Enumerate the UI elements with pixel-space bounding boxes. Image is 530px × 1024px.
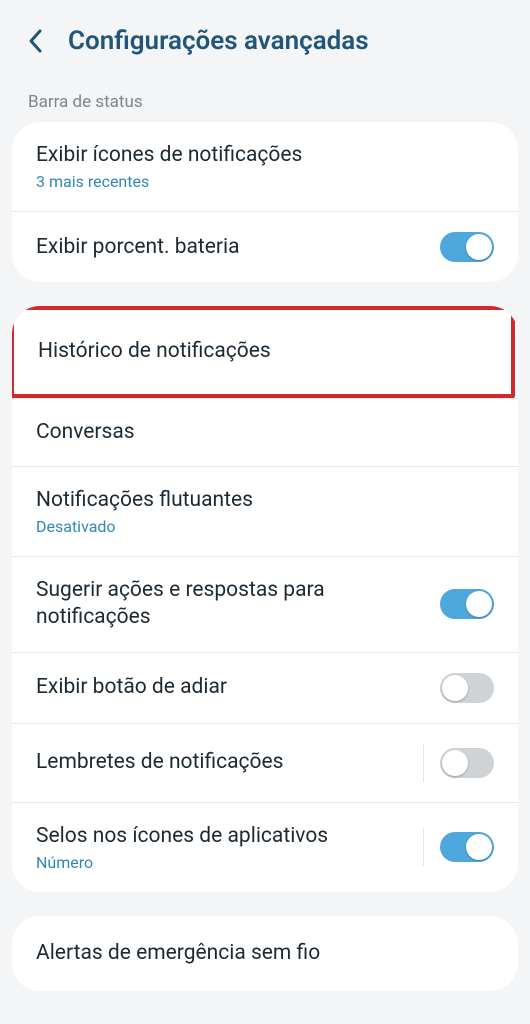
toggle-notification-reminders[interactable] — [440, 748, 494, 778]
row-notification-history[interactable]: Histórico de notificações — [14, 310, 511, 393]
chevron-left-icon — [27, 28, 43, 54]
toggle-snooze-button[interactable] — [440, 673, 494, 703]
row-title: Exibir porcent. bateria — [36, 234, 428, 261]
row-title: Notificações flutuantes — [36, 487, 482, 514]
toggle-app-icon-badges[interactable] — [440, 832, 494, 862]
row-wireless-emergency-alerts[interactable]: Alertas de emergência sem fio — [12, 916, 518, 991]
row-title: Sugerir ações e respostas para notificaç… — [36, 577, 428, 632]
page-title: Configurações avançadas — [68, 26, 369, 56]
section-label-status-bar: Barra de status — [0, 80, 530, 122]
row-title: Histórico de notificações — [38, 338, 475, 365]
row-title: Alertas de emergência sem fio — [36, 940, 482, 967]
row-battery-percent[interactable]: Exibir porcent. bateria — [12, 212, 518, 282]
row-title: Lembretes de notificações — [36, 749, 411, 776]
row-title: Exibir botão de adiar — [36, 674, 428, 701]
row-subtitle: Número — [36, 853, 411, 872]
back-button[interactable] — [22, 28, 48, 54]
row-notification-reminders[interactable]: Lembretes de notificações — [12, 724, 518, 803]
divider — [423, 744, 424, 782]
row-app-icon-badges[interactable]: Selos nos ícones de aplicativos Número — [12, 803, 518, 892]
emergency-card: Alertas de emergência sem fio — [12, 916, 518, 991]
row-conversations[interactable]: Conversas — [12, 398, 518, 467]
row-title: Conversas — [36, 419, 482, 446]
row-suggest-actions[interactable]: Sugerir ações e respostas para notificaç… — [12, 557, 518, 653]
row-floating-notifications[interactable]: Notificações flutuantes Desativado — [12, 467, 518, 557]
toggle-battery-percent[interactable] — [440, 232, 494, 262]
status-bar-card: Exibir ícones de notificações 3 mais rec… — [12, 122, 518, 282]
row-notification-icons[interactable]: Exibir ícones de notificações 3 mais rec… — [12, 122, 518, 212]
toggle-suggest-actions[interactable] — [440, 589, 494, 619]
notifications-card: Histórico de notificações Conversas Noti… — [12, 306, 518, 892]
row-title: Selos nos ícones de aplicativos — [36, 823, 411, 850]
row-snooze-button[interactable]: Exibir botão de adiar — [12, 653, 518, 724]
row-subtitle: 3 mais recentes — [36, 172, 482, 191]
divider — [423, 828, 424, 866]
row-subtitle: Desativado — [36, 517, 482, 536]
row-title: Exibir ícones de notificações — [36, 142, 482, 169]
highlight-notification-history: Histórico de notificações — [12, 306, 515, 397]
